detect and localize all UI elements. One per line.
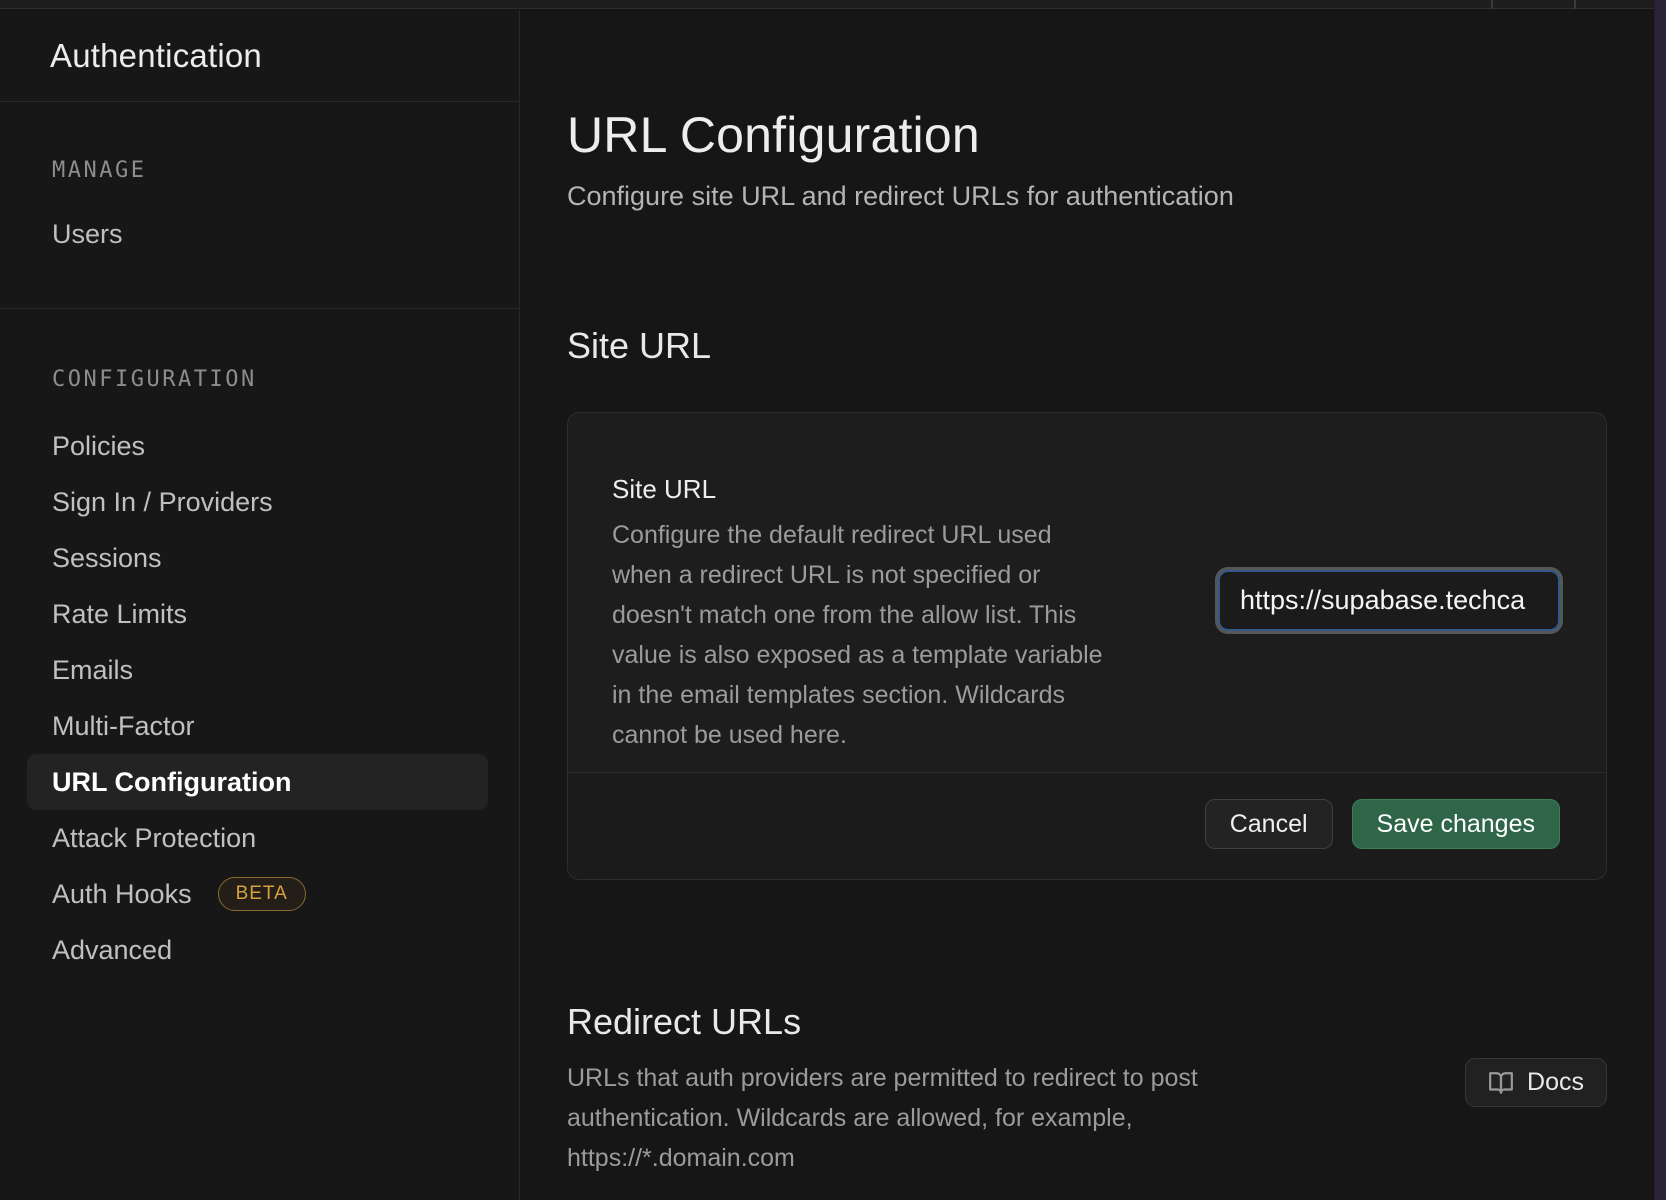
description-line: doesn't match one from the allow list. T… [612,595,1172,635]
site-url-field-label: Site URL [612,469,1560,509]
toolbar-divider [1574,0,1576,9]
description-line: cannot be used here. [612,715,1172,755]
site-url-card-footer: Cancel Save changes [568,772,1606,879]
sidebar-item-multi-factor[interactable]: Multi-Factor [0,698,519,754]
sidebar-section-configuration: CONFIGURATION Policies Sign In / Provide… [0,309,519,978]
sidebar-section-manage: MANAGE Users [0,102,519,309]
site-url-section-heading: Site URL [567,324,1608,368]
sidebar-item-policies[interactable]: Policies [0,418,519,474]
toolbar-divider [1491,0,1493,9]
redirect-urls-section-heading: Redirect URLs [567,1000,1608,1044]
sidebar-item-advanced[interactable]: Advanced [0,922,519,978]
site-url-input[interactable] [1218,570,1560,631]
redirect-urls-description: URLs that auth providers are permitted t… [567,1058,1198,1178]
description-line: Configure the default redirect URL used [612,515,1172,555]
page-subtitle: Configure site URL and redirect URLs for… [567,180,1608,212]
site-url-card-body: Site URL Configure the default redirect … [568,413,1606,772]
redirect-urls-row: URLs that auth providers are permitted t… [567,1058,1607,1178]
section-label-configuration: CONFIGURATION [0,367,519,392]
sidebar-item-sessions[interactable]: Sessions [0,530,519,586]
main-content: URL Configuration Configure site URL and… [521,10,1654,1200]
sidebar-item-rate-limits[interactable]: Rate Limits [0,586,519,642]
sidebar-item-emails[interactable]: Emails [0,642,519,698]
docs-button[interactable]: Docs [1465,1058,1607,1107]
page-header: URL Configuration Configure site URL and… [567,106,1608,212]
auth-hooks-label: Auth Hooks [52,879,192,910]
right-panel-edge [1654,0,1666,1200]
description-line: when a redirect URL is not specified or [612,555,1172,595]
description-line: authentication. Wildcards are allowed, f… [567,1098,1198,1138]
page-title: URL Configuration [567,106,1608,164]
sidebar-item-sign-in-providers[interactable]: Sign In / Providers [0,474,519,530]
cancel-button[interactable]: Cancel [1205,799,1333,849]
description-line: URLs that auth providers are permitted t… [567,1058,1198,1098]
sidebar-title: Authentication [50,37,262,75]
auth-sidebar: Authentication MANAGE Users CONFIGURATIO… [0,10,520,1200]
sidebar-item-auth-hooks[interactable]: Auth Hooks BETA [0,866,519,922]
description-line: in the email templates section. Wildcard… [612,675,1172,715]
top-toolbar-edge [0,0,1654,9]
site-url-field-description: Configure the default redirect URL used … [612,515,1172,755]
book-open-icon [1488,1070,1514,1096]
site-url-card: Site URL Configure the default redirect … [567,412,1607,880]
description-line: value is also exposed as a template vari… [612,635,1172,675]
sidebar-header: Authentication [0,10,519,102]
sidebar-item-attack-protection[interactable]: Attack Protection [0,810,519,866]
configuration-items: Policies Sign In / Providers Sessions Ra… [0,418,519,978]
description-line: https://*.domain.com [567,1138,1198,1178]
section-label-manage: MANAGE [52,158,519,183]
sidebar-item-url-configuration[interactable]: URL Configuration [27,754,488,810]
save-changes-button[interactable]: Save changes [1352,799,1560,849]
docs-button-label: Docs [1527,1068,1584,1097]
beta-badge: BETA [218,877,306,911]
sidebar-item-users[interactable]: Users [52,219,519,250]
